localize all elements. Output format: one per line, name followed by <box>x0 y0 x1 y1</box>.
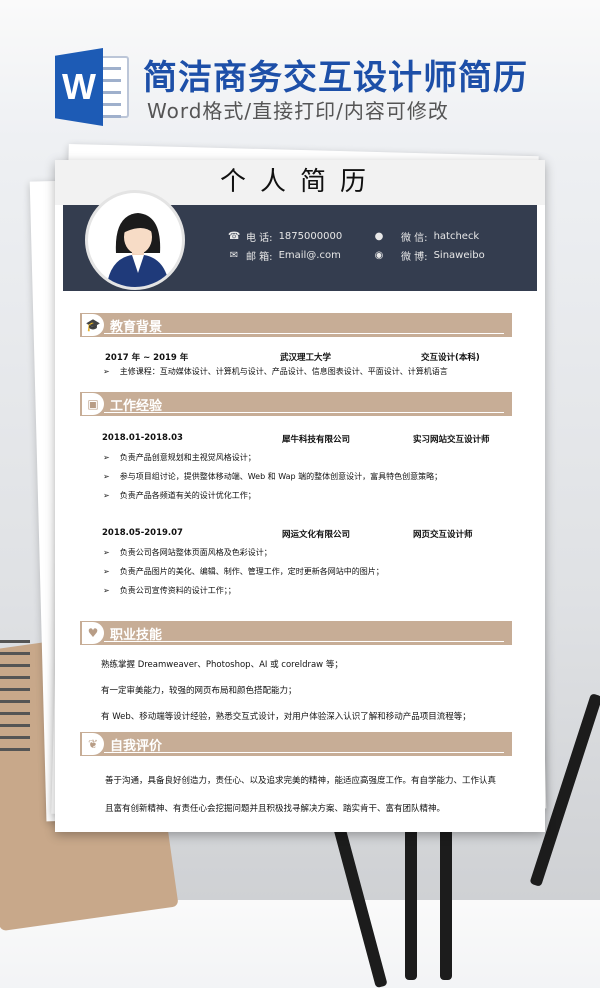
banner-subtitle: Word格式/直接打印/内容可修改 <box>147 99 449 123</box>
job-duty: 参与项目组讨论，提供整体移动端、Web 和 Wap 端的整体创意设计，富具特色创… <box>103 471 442 482</box>
phone-icon: ☎ <box>228 231 241 242</box>
skill-item: 有 Web、移动端等设计经验，熟悉交互式设计，对用户体验深入认识了解和移动产品项… <box>101 712 471 722</box>
job-company: 犀牛科技有限公司 <box>282 435 351 445</box>
job-duty: 负责公司各网站整体页面风格及色彩设计； <box>103 547 272 558</box>
skill-item: 有一定审美能力，较强的网页布局和颜色搭配能力； <box>101 686 297 696</box>
education-courses: 主修课程：互动媒体设计、计算机与设计、产品设计、信息图表设计、平面设计、计算机语… <box>103 366 448 377</box>
email-row: ✉ 邮 箱: Email@.com <box>229 250 341 263</box>
graduate-icon: 🎓 <box>82 314 104 336</box>
skill-item: 熟练掌握 Dreamweaver、Photoshop、AI 或 coreldra… <box>101 660 343 670</box>
box-icon: ▣ <box>82 393 104 415</box>
job-role: 实习网站交互设计师 <box>413 435 490 445</box>
job-period: 2018.01-2018.03 <box>102 433 183 443</box>
notebook-rings <box>0 640 30 760</box>
weibo-icon: ◉ <box>374 250 384 261</box>
phone-row: ☎ 电 话: 1875000000 <box>228 231 343 244</box>
heart-icon: ♥ <box>82 622 104 644</box>
education-school: 武汉理工大学 <box>280 353 332 363</box>
wechat-row: ● 微 信: hatcheck <box>374 231 480 244</box>
job-company: 网运文化有限公司 <box>282 530 351 540</box>
education-period: 2017 年 ~ 2019 年 <box>105 353 189 363</box>
job-role: 网页交互设计师 <box>413 530 473 540</box>
weibo-row: ◉ 微 博: Sinaweibo <box>374 250 485 263</box>
education-major: 交互设计(本科) <box>421 353 480 363</box>
leaf-icon: ❦ <box>82 733 104 755</box>
self-eval-line: 且富有创新精神、有责任心会挖掘问题并且积极找寻解决方案、踏实肯干、富有团队精神。 <box>105 804 446 814</box>
job-duty: 负责产品各频道有关的设计优化工作； <box>103 490 256 501</box>
section-education-header: 🎓 教育背景 <box>80 313 512 337</box>
job-duty: 负责产品创意规划和主视觉风格设计； <box>103 452 256 463</box>
section-work-header: ▣ 工作经验 <box>80 392 512 416</box>
section-self-header: ❦ 自我评价 <box>80 732 512 756</box>
avatar <box>85 190 185 290</box>
word-logo: W <box>55 48 133 126</box>
mail-icon: ✉ <box>229 250 239 261</box>
section-skills-header: ♥ 职业技能 <box>80 621 512 645</box>
banner-title: 简洁商务交互设计师简历 <box>143 58 528 98</box>
self-eval-line: 善于沟通，具备良好创造力，责任心、以及追求完美的精神，能适应高强度工作。有自学能… <box>105 776 497 786</box>
wechat-icon: ● <box>374 231 384 242</box>
job-duty: 负责产品图片的美化、编辑、制作、管理工作，定时更新各网站中的图片； <box>103 566 384 577</box>
resume-page: 个人简历 ☎ 电 话: 1875000000 ✉ 邮 箱: Email@.com ● 微 … <box>55 160 545 832</box>
job-period: 2018.05-2019.07 <box>102 528 183 538</box>
job-duty: 负责公司宣传资料的设计工作；； <box>103 585 236 596</box>
